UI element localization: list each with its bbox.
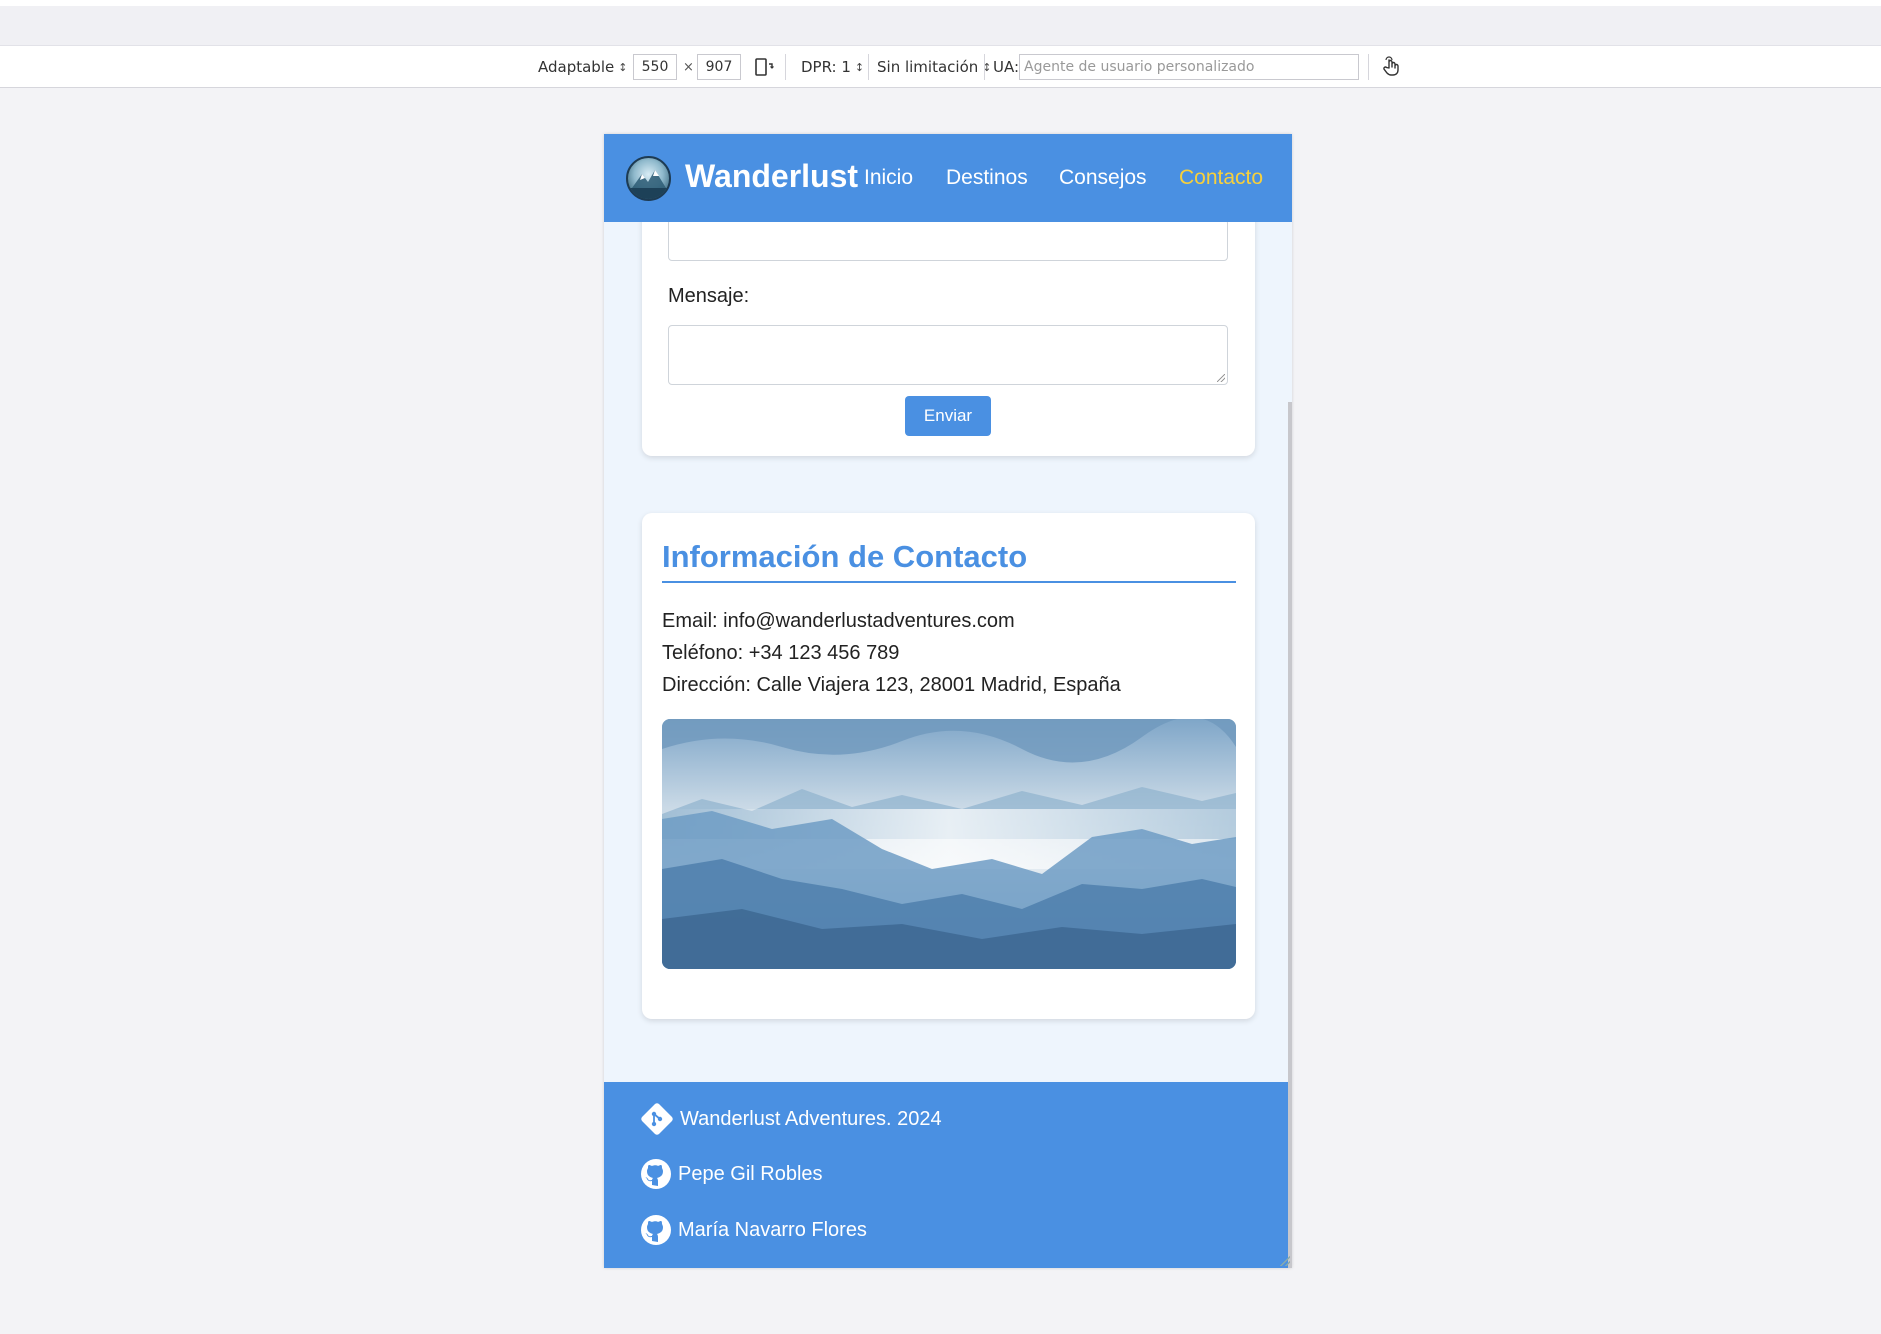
viewport-scrollbar[interactable] [1288, 402, 1292, 1268]
contact-phone: Teléfono: +34 123 456 789 [662, 642, 900, 664]
contact-email: Email: info@wanderlustadventures.com [662, 610, 1015, 632]
device-viewport: Mensaje: Enviar Información de Contacto … [604, 134, 1292, 1268]
toolbar-divider [984, 54, 985, 80]
site-footer: Wanderlust Adventures. 2024 Pepe Gil Rob… [604, 1082, 1292, 1268]
site-header: Wanderlust Inicio Destinos Consejos Cont… [604, 134, 1292, 222]
width-input[interactable]: 550 [633, 54, 677, 80]
dpr-select[interactable]: DPR: 1 [801, 46, 864, 88]
viewport-resize-handle[interactable] [1280, 1256, 1290, 1266]
brand-name[interactable]: Wanderlust [685, 158, 858, 195]
git-icon [641, 1103, 673, 1135]
github-icon [641, 1159, 671, 1189]
nav-inicio[interactable]: Inicio [864, 166, 913, 190]
nav-contacto[interactable]: Contacto [1179, 166, 1263, 190]
nav-consejos[interactable]: Consejos [1059, 166, 1147, 190]
dpr-label: DPR: 1 [801, 58, 851, 76]
browser-chrome-top [0, 0, 1881, 46]
contact-info-card: Información de Contacto Email: info@wand… [642, 513, 1255, 1019]
ua-input[interactable]: Agente de usuario personalizado [1019, 54, 1359, 80]
send-button[interactable]: Enviar [905, 396, 991, 436]
footer-copyright: Wanderlust Adventures. 2024 [640, 1102, 942, 1136]
author-name: María Navarro Flores [678, 1218, 867, 1241]
height-input[interactable]: 907 [697, 54, 741, 80]
nav-destinos[interactable]: Destinos [946, 166, 1028, 190]
message-textarea[interactable] [668, 325, 1228, 385]
logo-icon[interactable] [626, 156, 671, 201]
throttle-select[interactable]: Sin limitación [877, 46, 991, 88]
mountain-image [662, 719, 1236, 969]
touch-simulation-icon[interactable] [1380, 46, 1402, 88]
author-name: Pepe Gil Robles [678, 1162, 823, 1185]
toolbar-divider [1368, 54, 1369, 80]
copyright-text: Wanderlust Adventures. 2024 [680, 1107, 942, 1130]
toolbar-divider [785, 54, 786, 80]
resize-grip-icon[interactable] [1217, 374, 1225, 382]
device-mode-label: Adaptable [538, 58, 615, 76]
contact-info-title: Información de Contacto [662, 539, 1236, 583]
subject-input[interactable] [668, 219, 1228, 261]
dimension-separator: × [683, 59, 694, 75]
ua-label: UA: [993, 58, 1020, 76]
message-label: Mensaje: [668, 285, 750, 307]
toolbar-divider [868, 54, 869, 80]
contact-address: Dirección: Calle Viajera 123, 28001 Madr… [662, 674, 1121, 696]
device-mode-select[interactable]: Adaptable [538, 46, 627, 88]
rotate-device-icon[interactable] [753, 46, 775, 88]
device-toolbar: Adaptable 550 × 907 DPR: 1 Sin limitació… [0, 46, 1881, 88]
footer-author[interactable]: Pepe Gil Robles [640, 1158, 823, 1190]
throttle-label: Sin limitación [877, 58, 979, 76]
github-icon [641, 1215, 671, 1245]
footer-author[interactable]: María Navarro Flores [640, 1214, 867, 1246]
